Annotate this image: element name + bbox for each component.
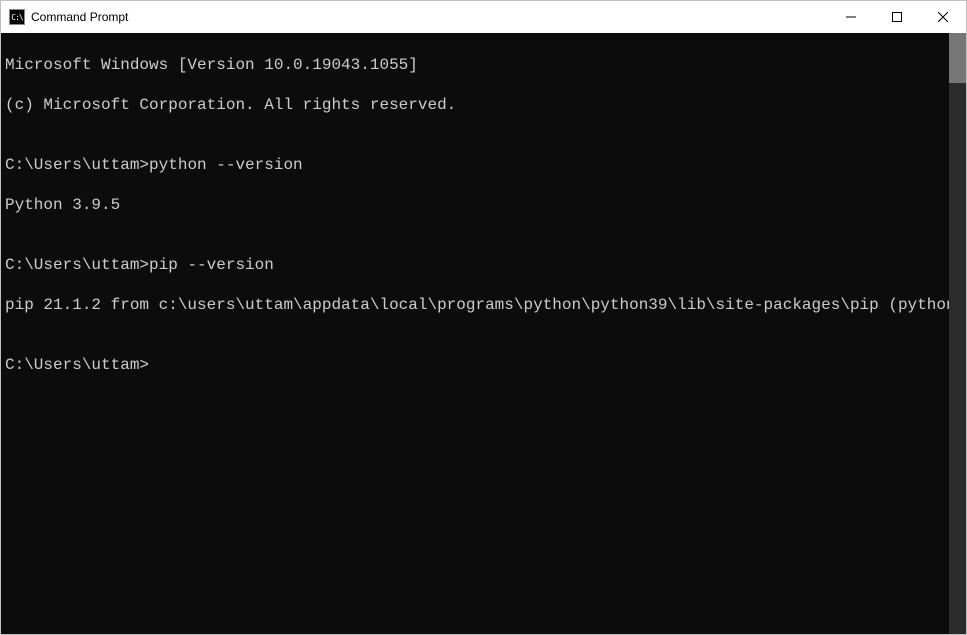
prompt-line: C:\Users\uttam>python --version — [5, 155, 945, 175]
prompt: C:\Users\uttam> — [5, 355, 945, 375]
close-icon — [938, 12, 948, 22]
scrollbar-thumb[interactable] — [949, 33, 966, 83]
titlebar-left: C:\ Command Prompt — [1, 9, 128, 25]
content-area: Microsoft Windows [Version 10.0.19043.10… — [1, 33, 966, 634]
output-line: Python 3.9.5 — [5, 195, 945, 215]
window-controls — [828, 1, 966, 33]
maximize-button[interactable] — [874, 1, 920, 33]
vertical-scrollbar[interactable] — [949, 33, 966, 634]
command-text: pip --version — [149, 255, 274, 275]
terminal-output[interactable]: Microsoft Windows [Version 10.0.19043.10… — [1, 33, 949, 634]
command-prompt-window: C:\ Command Prompt Microsoft Windows [Ve… — [0, 0, 967, 635]
maximize-icon — [892, 12, 902, 22]
header-line: (c) Microsoft Corporation. All rights re… — [5, 95, 945, 115]
minimize-icon — [846, 12, 856, 22]
cmd-icon: C:\ — [9, 9, 25, 25]
output-line: pip 21.1.2 from c:\users\uttam\appdata\l… — [5, 295, 945, 315]
titlebar[interactable]: C:\ Command Prompt — [1, 1, 966, 33]
window-title: Command Prompt — [31, 10, 128, 24]
prompt-line: C:\Users\uttam>pip --version — [5, 255, 945, 275]
command-text: python --version — [149, 155, 303, 175]
prompt: C:\Users\uttam> — [5, 155, 149, 175]
header-line: Microsoft Windows [Version 10.0.19043.10… — [5, 55, 945, 75]
minimize-button[interactable] — [828, 1, 874, 33]
prompt: C:\Users\uttam> — [5, 255, 149, 275]
close-button[interactable] — [920, 1, 966, 33]
